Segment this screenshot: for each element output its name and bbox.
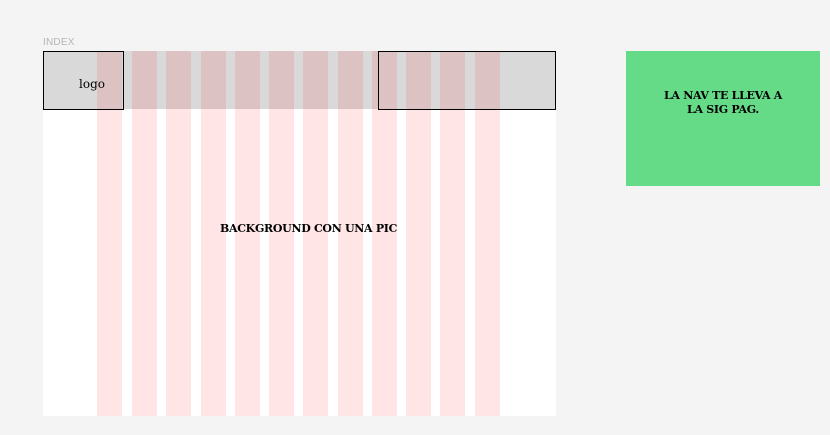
sticky-note-line: LA SIG PAG. xyxy=(687,103,759,117)
nav-placeholder[interactable] xyxy=(378,51,556,110)
index-frame[interactable]: logo BACKGROUND CON UNA PIC xyxy=(43,51,556,416)
layout-grid-column xyxy=(166,51,191,416)
frame-label-index[interactable]: INDEX xyxy=(43,37,75,48)
sticky-note-line: LA NAV TE LLEVA A xyxy=(664,89,782,102)
sticky-note-text: LA NAV TE LLEVA A LA SIG PAG. xyxy=(626,89,820,118)
logo-label: logo xyxy=(79,77,105,91)
sticky-note[interactable]: LA NAV TE LLEVA A LA SIG PAG. xyxy=(626,51,820,186)
layout-grid-column xyxy=(132,51,157,416)
background-label: BACKGROUND CON UNA PIC xyxy=(220,222,398,235)
